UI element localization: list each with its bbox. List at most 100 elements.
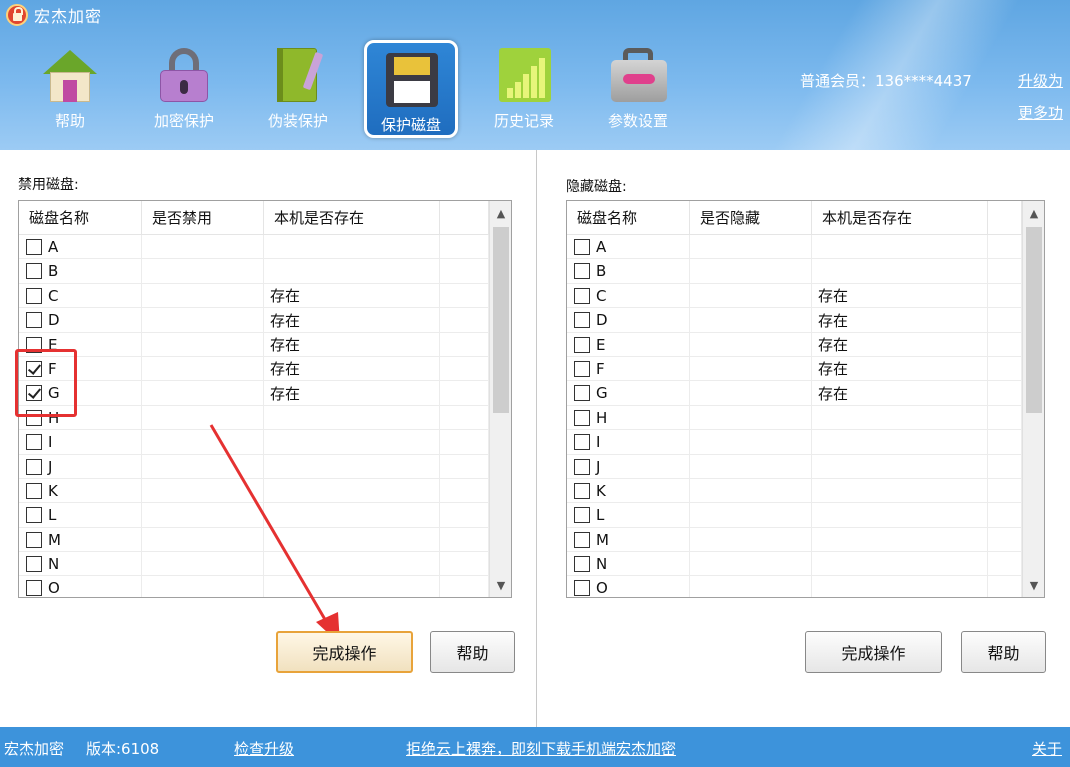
disk-row[interactable]: C 存在 bbox=[19, 283, 489, 309]
disk-row[interactable]: M bbox=[19, 527, 489, 553]
disk-checkbox[interactable] bbox=[574, 263, 590, 280]
disk-row[interactable]: N bbox=[567, 552, 1022, 577]
disk-row[interactable]: A bbox=[19, 235, 489, 260]
hide-disk-list[interactable]: 磁盘名称 是否隐藏 本机是否存在 A B C 存在 D 存在 E 存在 F 存在 G 存在 H I J K L M… bbox=[566, 200, 1045, 598]
about-link[interactable]: 关于 bbox=[1032, 738, 1062, 759]
disk-checkbox[interactable] bbox=[574, 556, 590, 573]
toolbar-settings[interactable]: 参数设置 bbox=[584, 38, 692, 136]
upgrade-link[interactable]: 升级为 bbox=[1018, 70, 1063, 91]
disk-row[interactable]: O bbox=[567, 576, 1022, 597]
disable-confirm-button[interactable]: 完成操作 bbox=[276, 631, 413, 673]
disk-name-cell: M bbox=[567, 527, 690, 552]
disk-checkbox[interactable] bbox=[26, 507, 42, 524]
column-is-disabled[interactable]: 是否禁用 bbox=[142, 201, 264, 235]
disk-row[interactable]: B bbox=[19, 259, 489, 284]
disk-row[interactable]: A bbox=[567, 235, 1022, 260]
disk-row[interactable]: E 存在 bbox=[567, 332, 1022, 357]
scroll-thumb[interactable] bbox=[1026, 227, 1042, 413]
disk-checkbox[interactable] bbox=[574, 434, 590, 451]
disk-row[interactable]: H bbox=[567, 405, 1022, 431]
spare-cell bbox=[440, 405, 489, 430]
column-exists[interactable]: 本机是否存在 bbox=[264, 201, 440, 235]
check-update-link[interactable]: 检查升级 bbox=[234, 738, 294, 759]
disk-checkbox[interactable] bbox=[574, 360, 590, 377]
spare-cell bbox=[988, 503, 1022, 528]
disk-checkbox[interactable] bbox=[26, 263, 42, 280]
disk-row[interactable]: K bbox=[567, 478, 1022, 504]
scroll-thumb[interactable] bbox=[493, 227, 509, 413]
disk-checkbox[interactable] bbox=[26, 556, 42, 573]
disk-row[interactable]: I bbox=[567, 430, 1022, 455]
disk-checkbox[interactable] bbox=[26, 458, 42, 475]
disk-row[interactable]: L bbox=[19, 503, 489, 528]
promo-link[interactable]: 拒绝云上裸奔，即刻下载手机端宏杰加密 bbox=[406, 738, 676, 759]
disk-row[interactable]: M bbox=[567, 527, 1022, 553]
disk-checkbox[interactable] bbox=[574, 482, 590, 499]
column-disk-name[interactable]: 磁盘名称 bbox=[567, 201, 690, 235]
column-disk-name[interactable]: 磁盘名称 bbox=[19, 201, 142, 235]
toolbar-disguise-protect[interactable]: 伪装保护 bbox=[244, 38, 352, 136]
toolbar-protect-disk[interactable]: 保护磁盘 bbox=[364, 40, 458, 138]
disk-checkbox[interactable] bbox=[574, 385, 590, 402]
disk-exists-cell bbox=[812, 527, 988, 552]
toolbar-encrypt-protect[interactable]: 加密保护 bbox=[130, 38, 238, 136]
disk-checkbox[interactable] bbox=[574, 287, 590, 304]
disk-checkbox[interactable] bbox=[574, 336, 590, 353]
disk-row[interactable]: N bbox=[19, 552, 489, 577]
disk-row[interactable]: I bbox=[19, 430, 489, 455]
disk-row[interactable]: J bbox=[19, 454, 489, 479]
toolbar-help[interactable]: 帮助 bbox=[16, 38, 124, 136]
disk-row[interactable]: E 存在 bbox=[19, 332, 489, 357]
disk-exists-cell bbox=[812, 454, 988, 479]
disk-checkbox[interactable] bbox=[26, 580, 42, 597]
disable-help-button[interactable]: 帮助 bbox=[430, 631, 515, 673]
scroll-up-icon[interactable]: ▲ bbox=[1023, 201, 1044, 225]
disk-checkbox[interactable] bbox=[574, 580, 590, 597]
disk-checkbox[interactable] bbox=[26, 239, 42, 255]
disk-row[interactable]: G 存在 bbox=[567, 381, 1022, 406]
disk-checkbox[interactable] bbox=[26, 434, 42, 451]
disable-disk-list[interactable]: 磁盘名称 是否禁用 本机是否存在 A B C 存在 D 存在 E 存在 F 存在 G 存在 H I J K L M… bbox=[18, 200, 512, 598]
disk-name-cell: O bbox=[19, 576, 142, 597]
disk-row[interactable]: J bbox=[567, 454, 1022, 479]
disk-name-cell: D bbox=[567, 308, 690, 333]
column-is-hidden[interactable]: 是否隐藏 bbox=[690, 201, 812, 235]
disk-name-cell: N bbox=[567, 552, 690, 577]
disk-row[interactable]: O bbox=[19, 576, 489, 597]
scroll-down-icon[interactable]: ▼ bbox=[490, 573, 511, 597]
hide-confirm-button[interactable]: 完成操作 bbox=[805, 631, 942, 673]
disk-row[interactable]: F 存在 bbox=[567, 356, 1022, 382]
disk-row[interactable]: B bbox=[567, 259, 1022, 284]
disk-checkbox[interactable] bbox=[574, 458, 590, 475]
disk-checkbox[interactable] bbox=[26, 531, 42, 548]
disk-row[interactable]: C 存在 bbox=[567, 283, 1022, 309]
disk-checkbox[interactable] bbox=[26, 312, 42, 329]
disk-row[interactable]: K bbox=[19, 478, 489, 504]
disk-row[interactable]: D 存在 bbox=[19, 308, 489, 333]
more-features-link[interactable]: 更多功 bbox=[1018, 102, 1063, 123]
hide-help-button[interactable]: 帮助 bbox=[961, 631, 1046, 673]
disk-row[interactable]: G 存在 bbox=[19, 381, 489, 406]
disk-row[interactable]: F 存在 bbox=[19, 356, 489, 382]
disk-checkbox[interactable] bbox=[574, 531, 590, 548]
disk-name-cell: K bbox=[19, 478, 142, 503]
disk-checkbox[interactable] bbox=[574, 409, 590, 426]
disk-checkbox[interactable] bbox=[26, 482, 42, 499]
scroll-up-icon[interactable]: ▲ bbox=[490, 201, 511, 225]
app-logo-icon bbox=[6, 4, 28, 26]
disk-row[interactable]: D 存在 bbox=[567, 308, 1022, 333]
disk-row[interactable]: L bbox=[567, 503, 1022, 528]
disk-checkbox[interactable] bbox=[574, 239, 590, 255]
disk-checkbox[interactable] bbox=[26, 287, 42, 304]
disk-row[interactable]: H bbox=[19, 405, 489, 431]
disable-list-scrollbar[interactable]: ▲ ▼ bbox=[489, 201, 511, 597]
disk-name-cell: N bbox=[19, 552, 142, 577]
disk-name-cell: E bbox=[567, 332, 690, 357]
toolbar-history[interactable]: 历史记录 bbox=[470, 38, 578, 136]
disk-checkbox[interactable] bbox=[574, 507, 590, 524]
column-exists[interactable]: 本机是否存在 bbox=[812, 201, 988, 235]
hide-list-scrollbar[interactable]: ▲ ▼ bbox=[1022, 201, 1044, 597]
disk-name-cell: O bbox=[567, 576, 690, 597]
disk-checkbox[interactable] bbox=[574, 312, 590, 329]
scroll-down-icon[interactable]: ▼ bbox=[1023, 573, 1044, 597]
